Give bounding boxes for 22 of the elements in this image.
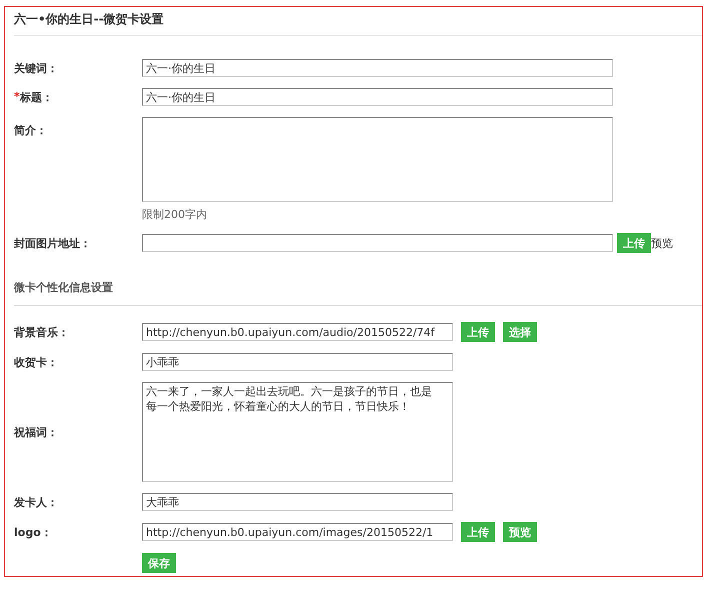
text-field[interactable]: http://chenyun.b0.upaiyun.com/audio/20150522/74f: [142, 323, 453, 341]
section-title: 微卡个性化信息设置: [14, 271, 702, 306]
text-field[interactable]: 小乖乖: [142, 353, 453, 371]
field-label: 封面图片地址：: [14, 236, 92, 250]
field-label: 关键词：: [14, 60, 59, 76]
text-field[interactable]: http://chenyun.b0.upaiyun.com/images/20150522/1: [142, 523, 453, 541]
hint-text: 限制200字内: [142, 207, 208, 222]
field-label: logo：: [14, 524, 53, 540]
text-field[interactable]: 大乖乖: [142, 493, 453, 511]
text-field[interactable]: [142, 234, 613, 252]
field-label: 简介：: [14, 123, 48, 138]
field-label: 祝福词：: [14, 424, 59, 440]
field-label: *标题：: [14, 90, 54, 104]
field-label: 发卡人：: [14, 494, 59, 510]
text-field[interactable]: 六一·你的生日: [142, 59, 613, 77]
page-title: 六一•你的生日--微贺卡设置: [14, 7, 702, 36]
required-mark: *: [14, 90, 20, 102]
text-area[interactable]: 六一来了，一家人一起出去玩吧。六一是孩子的节日，也是每一个热爱阳光，怀着童心的大人的节日，节日快乐！: [142, 382, 453, 482]
preview-link[interactable]: 预览: [651, 236, 673, 250]
text-field[interactable]: 六一·你的生日: [142, 88, 613, 106]
field-label: 收贺卡：: [14, 354, 59, 370]
field-label: 背景音乐：: [14, 324, 70, 340]
